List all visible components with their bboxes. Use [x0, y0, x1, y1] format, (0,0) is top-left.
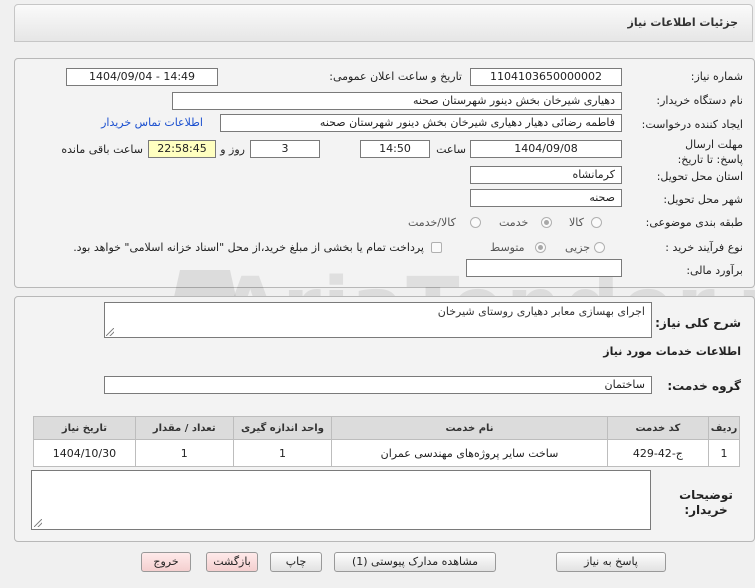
days-label: روز و	[220, 143, 245, 156]
category-label: طبقه بندی موضوعی:	[645, 216, 743, 229]
financial-estimate-label: برآورد مالی:	[686, 264, 743, 277]
category-radio-goods[interactable]	[591, 217, 602, 228]
page-title: جزئیات اطلاعات نیاز	[627, 16, 739, 29]
need-number-label: شماره نیاز:	[690, 70, 743, 83]
category-option-goods-service: کالا/خدمت	[408, 216, 456, 229]
buyer-contact-link[interactable]: اطلاعات تماس خریدار	[101, 116, 203, 129]
col-need-date: تاریخ نیاز	[33, 416, 136, 440]
province-label: استان محل تحویل:	[656, 170, 743, 183]
buyer-org-field: دهیاری شیرخان بخش دینور شهرستان صحنه	[172, 92, 622, 110]
cell-quantity: 1	[134, 439, 234, 467]
buyer-notes-label: توضیحات خریدار:	[679, 488, 733, 517]
process-option-medium: متوسط	[490, 241, 525, 254]
days-remaining-field: 3	[250, 140, 320, 158]
service-group-field: ساختمان	[104, 376, 652, 394]
process-type-label: نوع فرآیند خرید :	[665, 241, 743, 254]
page-header: جزئیات اطلاعات نیاز	[14, 4, 753, 42]
reply-to-need-button[interactable]: پاسخ به نیاز	[556, 552, 666, 572]
services-table-header: ردیف کد خدمت نام خدمت واحد اندازه گیری ت…	[33, 416, 740, 440]
col-unit: واحد اندازه گیری	[232, 416, 333, 440]
description-resize-grip[interactable]	[106, 328, 114, 336]
cell-row-number: 1	[708, 439, 740, 467]
treasury-payment-checkbox[interactable]	[431, 242, 442, 253]
province-field: کرمانشاه	[470, 166, 622, 184]
city-field: صحنه	[470, 189, 622, 207]
services-section-title: اطلاعات خدمات مورد نیاز	[603, 345, 741, 358]
need-number-field: 1104103650000002	[470, 68, 622, 86]
col-service-name: نام خدمت	[331, 416, 608, 440]
deadline-date-field: 1404/09/08	[470, 140, 622, 158]
services-table: ردیف کد خدمت نام خدمت واحد اندازه گیری ت…	[33, 416, 740, 467]
process-radio-medium[interactable]	[535, 242, 546, 253]
remaining-time-label: ساعت باقی مانده	[61, 143, 143, 156]
back-button[interactable]: بازگشت	[206, 552, 258, 572]
city-label: شهر محل تحویل:	[663, 193, 743, 206]
treasury-payment-note: پرداخت تمام یا بخشی از مبلغ خرید،از محل …	[73, 241, 424, 254]
service-group-label: گروه خدمت:	[667, 379, 741, 393]
deadline-label: مهلت ارسال پاسخ: تا تاریخ:	[677, 138, 743, 166]
cell-service-name: ساخت سایر پروژه‌های مهندسی عمران	[331, 439, 608, 467]
financial-estimate-field	[466, 259, 622, 277]
exit-button[interactable]: خروج	[141, 552, 191, 572]
deadline-time-field: 14:50	[360, 140, 430, 158]
col-quantity: تعداد / مقدار	[134, 416, 234, 440]
cell-unit: 1	[232, 439, 333, 467]
description-textarea[interactable]: اجرای بهسازی معابر دهیاری روستای شیرخان	[104, 302, 652, 338]
category-radio-goods-service[interactable]	[470, 217, 481, 228]
col-service-code: کد خدمت	[606, 416, 710, 440]
creator-field: فاطمه رضائی دهیار دهیاری شیرخان بخش دینو…	[220, 114, 622, 132]
view-attachments-button[interactable]: مشاهده مدارک پیوستی (1)	[334, 552, 496, 572]
buyer-notes-textarea[interactable]	[31, 470, 651, 530]
cell-need-date: 1404/10/30	[33, 439, 136, 467]
table-row: 1 ج-42-429 ساخت سایر پروژه‌های مهندسی عم…	[33, 439, 740, 467]
announce-date-field: 1404/09/04 - 14:49	[66, 68, 218, 86]
announce-date-label: تاریخ و ساعت اعلان عمومی:	[329, 70, 462, 83]
process-option-minor: جزیی	[565, 241, 591, 254]
description-label: شرح کلی نیاز:	[655, 316, 741, 330]
category-radio-service[interactable]	[541, 217, 552, 228]
category-option-service: خدمت	[499, 216, 529, 229]
remaining-time-field: 22:58:45	[148, 140, 216, 158]
category-option-goods: کالا	[569, 216, 584, 229]
deadline-time-label: ساعت	[436, 143, 466, 156]
buyer-org-label: نام دستگاه خریدار:	[656, 94, 743, 107]
process-radio-minor[interactable]	[594, 242, 605, 253]
print-button[interactable]: چاپ	[270, 552, 322, 572]
cell-service-code: ج-42-429	[606, 439, 710, 467]
buyer-notes-resize-grip[interactable]	[34, 519, 42, 527]
creator-label: ایجاد کننده درخواست:	[641, 118, 743, 131]
col-row-number: ردیف	[708, 416, 740, 440]
